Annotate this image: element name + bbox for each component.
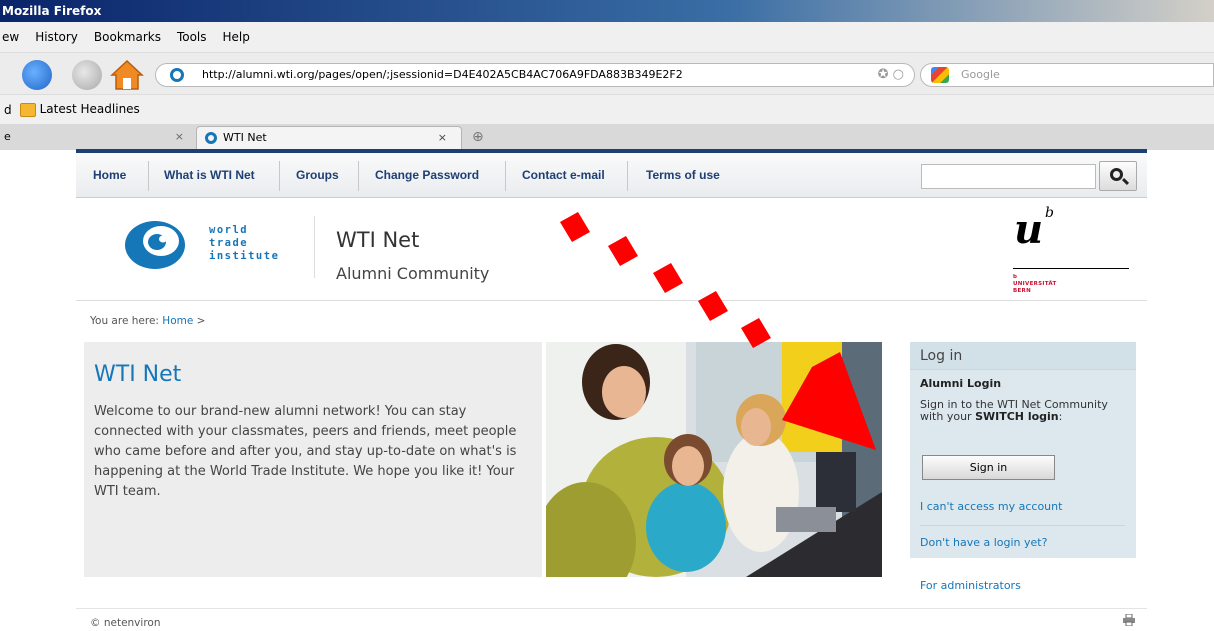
nav-what-is-wti-net[interactable]: What is WTI Net	[164, 153, 255, 198]
unibe-logo-text: b UNIVERSITÄT BERN	[1013, 274, 1057, 295]
login-desc-suffix: :	[1058, 410, 1063, 423]
breadcrumb-home-link[interactable]: Home	[162, 315, 193, 327]
nav-separator	[279, 161, 280, 191]
site-header: world trade institute WTI Net Alumni Com…	[76, 198, 1147, 301]
no-login-link[interactable]: Don't have a login yet?	[920, 536, 1047, 549]
unibe-text-line-1: b	[1013, 274, 1018, 280]
url-text: http://alumni.wti.org/pages/open/;jsessi…	[202, 68, 683, 81]
nav-terms-of-use[interactable]: Terms of use	[646, 153, 720, 198]
tab-strip: e × WTI Net × ⊕	[0, 124, 1214, 150]
reload-icon[interactable]	[22, 60, 52, 90]
window-title: Mozilla Firefox	[0, 0, 1214, 22]
search-icon-handle	[1121, 177, 1130, 186]
bookmark-latest-headlines[interactable]: Latest Headlines	[19, 102, 140, 117]
wti-logo-icon[interactable]	[123, 218, 187, 272]
nav-home[interactable]: Home	[93, 153, 126, 198]
bookmark-prefix[interactable]: d	[4, 103, 12, 117]
tab-previous-label: e	[4, 130, 11, 143]
site-search-button[interactable]	[1099, 161, 1137, 191]
breadcrumb-separator: >	[196, 315, 206, 327]
site-search-input[interactable]	[921, 164, 1096, 189]
sign-in-button[interactable]: Sign in	[922, 455, 1055, 480]
site-identity-icon[interactable]	[170, 68, 184, 82]
for-administrators-link[interactable]: For administrators	[920, 579, 1021, 592]
intro-panel: WTI Net Welcome to our brand-new alumni …	[84, 342, 542, 577]
logo-line-2: trade	[209, 237, 249, 249]
print-icon[interactable]	[1123, 614, 1135, 626]
unibe-text-line-2: UNIVERSITÄT	[1013, 281, 1057, 287]
new-tab-icon[interactable]: ⊕	[472, 126, 484, 148]
close-icon[interactable]: ×	[175, 126, 184, 148]
cant-access-link[interactable]: I can't access my account	[920, 500, 1062, 513]
google-icon[interactable]	[931, 67, 949, 83]
login-desc-bold: SWITCH login	[975, 410, 1059, 423]
breadcrumb: You are here: Home >	[90, 315, 205, 327]
unibe-text-line-3: BERN	[1013, 288, 1031, 294]
close-icon[interactable]: ×	[438, 127, 447, 149]
unibe-logo-letter: u	[1014, 206, 1044, 253]
login-panel: Log in Alumni Login Sign in to the WTI N…	[910, 342, 1136, 558]
alumni-login-heading: Alumni Login	[920, 377, 1002, 390]
intro-text: Welcome to our brand-new alumni network!…	[94, 404, 517, 499]
unibe-logo-superscript: b	[1045, 205, 1054, 221]
bookmark-label: Latest Headlines	[39, 102, 140, 117]
logo-line-3: institute	[209, 250, 280, 262]
navigation-toolbar: http://alumni.wti.org/pages/open/;jsessi…	[0, 52, 1214, 94]
unibe-logo-rule	[1013, 268, 1129, 269]
login-description: Sign in to the WTI Net Community with yo…	[920, 399, 1130, 423]
header-divider	[314, 216, 315, 278]
nav-contact-email[interactable]: Contact e-mail	[522, 153, 605, 198]
intro-title: WTI Net	[94, 362, 182, 387]
nav-groups[interactable]: Groups	[296, 153, 339, 198]
tab-wti-net[interactable]: WTI Net ×	[196, 126, 462, 150]
menu-view[interactable]: ew	[2, 30, 19, 44]
tab-wti-net-label: WTI Net	[223, 131, 267, 144]
browser-search-input[interactable]: Google	[920, 63, 1214, 87]
site-nav: Home What is WTI Net Groups Change Passw…	[76, 153, 1147, 198]
footer-divider	[76, 608, 1147, 609]
bookmark-star-icon[interactable]: ✪ ○	[878, 64, 904, 86]
stop-icon[interactable]	[72, 60, 102, 90]
nav-separator	[358, 161, 359, 191]
favicon-icon	[205, 132, 217, 144]
logo-line-1: world	[209, 224, 249, 236]
nav-separator	[148, 161, 149, 191]
menu-help[interactable]: Help	[223, 30, 250, 44]
menu-tools[interactable]: Tools	[177, 30, 207, 44]
tab-previous[interactable]: e ×	[0, 126, 192, 150]
menu-history[interactable]: History	[35, 30, 78, 44]
breadcrumb-label: You are here:	[90, 315, 159, 327]
home-icon[interactable]	[110, 58, 144, 92]
nav-separator	[505, 161, 506, 191]
bookmarks-toolbar: d Latest Headlines	[0, 94, 1214, 124]
browser-search-placeholder: Google	[961, 68, 1000, 81]
footer-copyright: © netenviron	[90, 617, 161, 629]
menu-bookmarks[interactable]: Bookmarks	[94, 30, 161, 44]
students-photo	[546, 342, 882, 577]
folder-icon	[19, 102, 36, 117]
login-heading: Log in	[910, 342, 1136, 370]
url-bar[interactable]: http://alumni.wti.org/pages/open/;jsessi…	[155, 63, 915, 87]
site-title: WTI Net	[336, 228, 420, 252]
nav-separator	[627, 161, 628, 191]
menu-bar: ew History Bookmarks Tools Help	[0, 22, 1214, 52]
site-subtitle: Alumni Community	[336, 264, 490, 283]
nav-change-password[interactable]: Change Password	[375, 153, 479, 198]
login-separator	[920, 525, 1125, 526]
